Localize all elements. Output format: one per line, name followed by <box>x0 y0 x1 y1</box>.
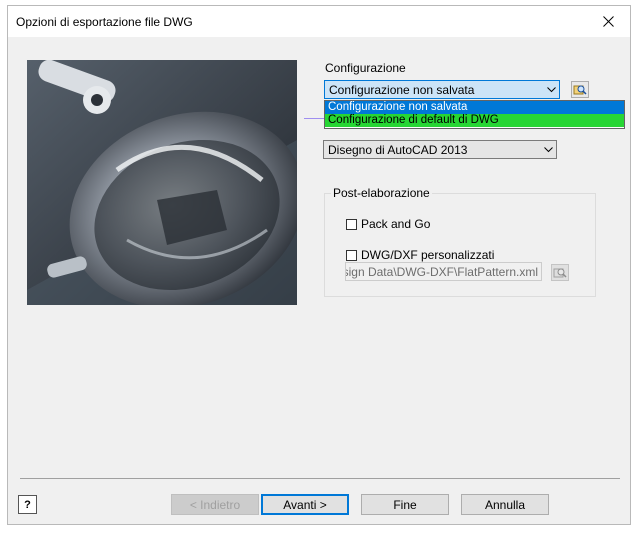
format-dropdown-value: Disegno di AutoCAD 2013 <box>328 142 468 157</box>
path-browse-button[interactable] <box>551 264 569 281</box>
finish-button[interactable]: Fine <box>361 494 449 515</box>
config-dropdown-value: Configurazione non salvata <box>329 82 475 97</box>
cancel-button[interactable]: Annulla <box>461 494 549 515</box>
finish-button-label: Fine <box>393 497 417 512</box>
custom-path-value: Design Data\DWG-DXF\FlatPattern.xml <box>345 265 538 279</box>
next-button[interactable]: Avanti > <box>261 494 349 515</box>
pack-and-go-checkbox[interactable] <box>346 218 357 230</box>
chevron-down-icon <box>543 86 559 93</box>
custom-dwg-label: DWG/DXF personalizzati <box>361 248 495 262</box>
format-dropdown[interactable]: Disegno di AutoCAD 2013 <box>323 140 557 159</box>
help-icon: ? <box>24 498 31 511</box>
config-option-unsaved[interactable]: Configurazione non salvata <box>325 101 624 114</box>
cancel-button-label: Annulla <box>484 497 526 512</box>
export-dialog: Opzioni di esportazione file DWG Configu… <box>7 5 631 525</box>
next-button-label: Avanti > <box>283 497 327 512</box>
config-label: Configurazione <box>325 61 406 75</box>
footer-separator <box>20 478 620 479</box>
close-icon <box>602 16 614 27</box>
magnifier-folder-icon <box>573 85 587 95</box>
chevron-down-icon <box>540 146 556 153</box>
back-button[interactable]: < Indietro <box>171 494 259 515</box>
config-dropdown[interactable]: Configurazione non salvata <box>324 80 560 99</box>
window-title: Opzioni di esportazione file DWG <box>16 15 193 29</box>
close-button[interactable] <box>586 6 630 37</box>
custom-path-field[interactable]: Design Data\DWG-DXF\FlatPattern.xml <box>345 262 542 281</box>
pack-and-go-option[interactable]: Pack and Go <box>346 217 430 231</box>
title-bar: Opzioni di esportazione file DWG <box>8 6 630 37</box>
config-browse-button[interactable] <box>571 81 589 98</box>
custom-dwg-checkbox[interactable] <box>346 249 357 261</box>
post-processing-group: Post-elaborazione Pack and Go DWG/DXF pe… <box>324 186 596 297</box>
back-button-label: < Indietro <box>189 497 241 512</box>
config-option-default[interactable]: Configurazione di default di DWG <box>325 114 624 127</box>
custom-dwg-option[interactable]: DWG/DXF personalizzati <box>346 248 494 262</box>
help-button[interactable]: ? <box>18 495 37 514</box>
magnifier-folder-icon <box>553 268 567 278</box>
leader-line <box>304 118 326 119</box>
post-processing-label: Post-elaborazione <box>331 186 432 200</box>
preview-image <box>27 60 297 305</box>
pack-and-go-label: Pack and Go <box>361 217 431 231</box>
config-dropdown-list: Configurazione non salvata Configurazion… <box>324 100 625 129</box>
